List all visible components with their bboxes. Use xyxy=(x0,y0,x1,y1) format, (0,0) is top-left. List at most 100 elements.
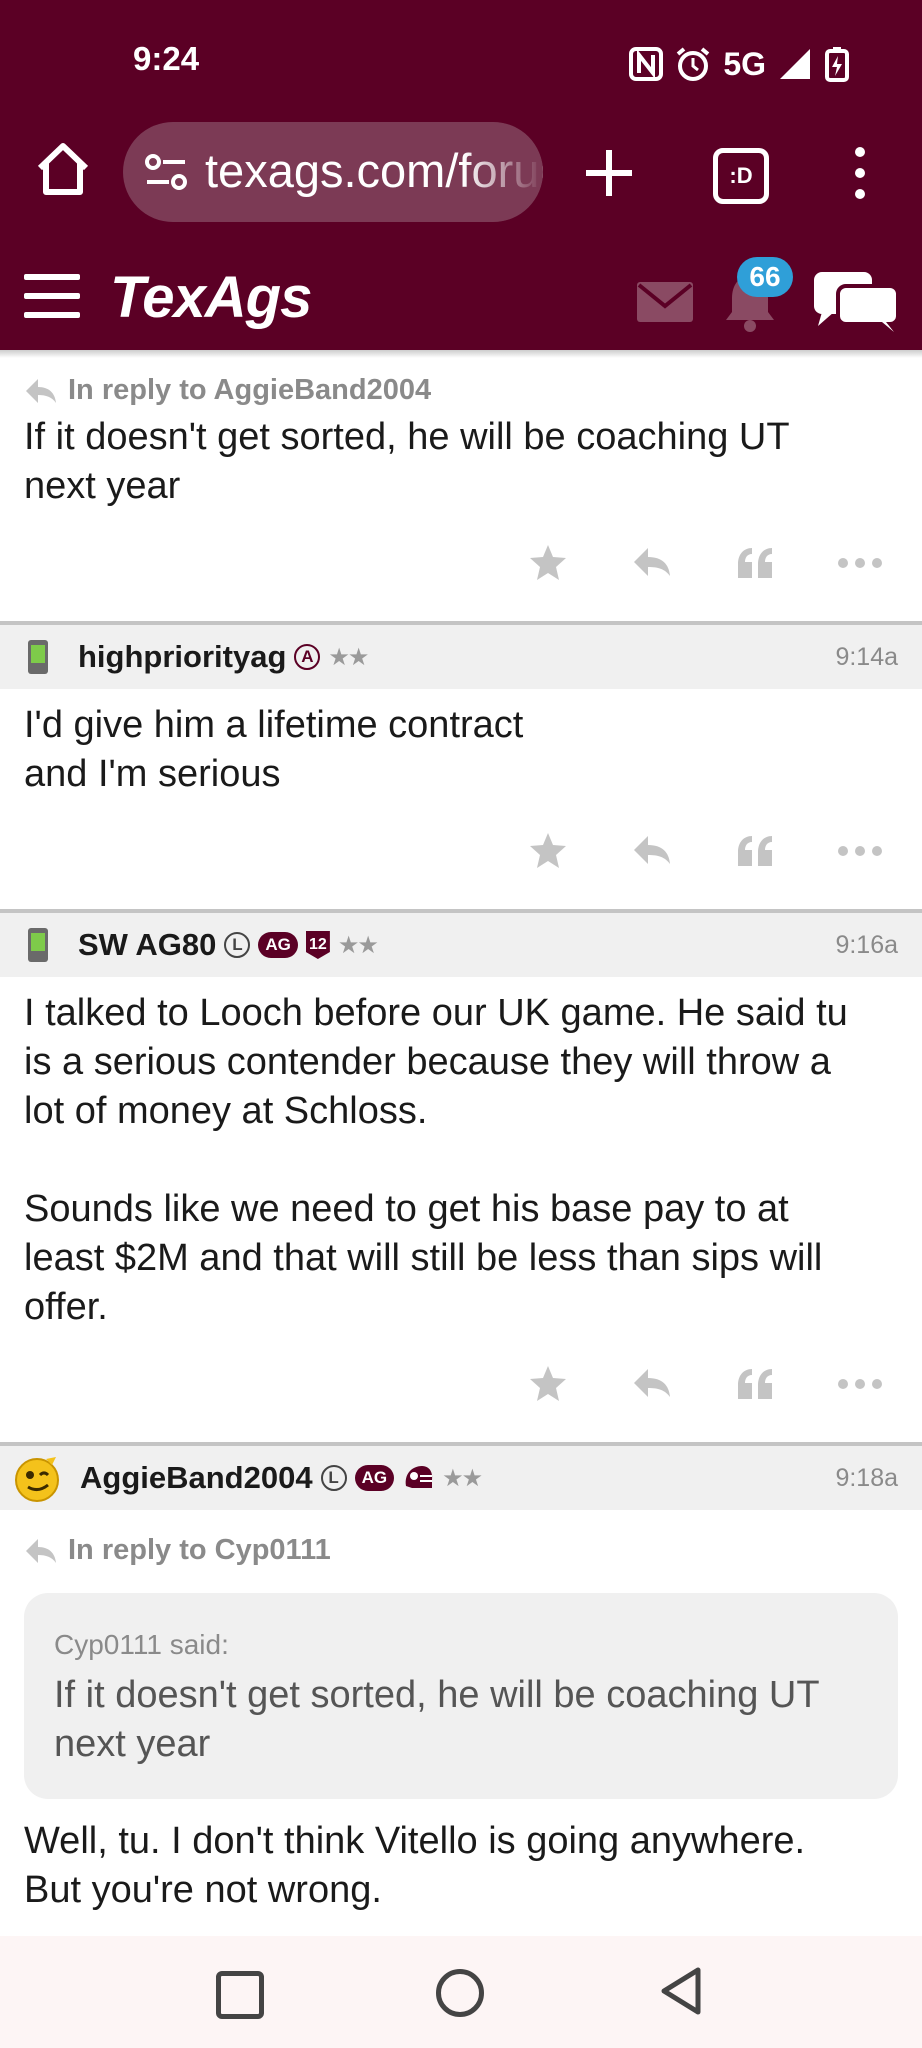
reply-reference[interactable]: In reply to AggieBand2004 xyxy=(24,374,898,407)
quote-icon xyxy=(738,836,772,866)
quote-icon xyxy=(738,1369,772,1399)
post: In reply to AggieBand2004 If it doesn't … xyxy=(0,374,922,621)
tab-switcher-button[interactable]: :D xyxy=(713,148,769,204)
avatar[interactable] xyxy=(20,637,56,677)
phone-avatar-icon xyxy=(28,928,48,962)
post-body-line: Well, tu. I don't think Vitello is going… xyxy=(24,1820,806,1862)
helmet-badge-icon xyxy=(402,1464,434,1492)
post: AggieBand2004 L AG ★★ 9:18a In reply to … xyxy=(0,1446,922,1915)
back-icon[interactable] xyxy=(658,1966,704,2016)
browser-toolbar: texags.com/forums :D xyxy=(0,118,922,228)
nfc-icon xyxy=(629,47,664,81)
more-icon xyxy=(838,846,882,856)
more-button[interactable] xyxy=(808,1354,912,1414)
thread: In reply to AggieBand2004 If it doesn't … xyxy=(0,350,922,1936)
reply-icon xyxy=(634,836,670,864)
more-button[interactable] xyxy=(808,821,912,881)
post-body-line: and I'm serious xyxy=(24,753,281,795)
username[interactable]: SW AG80 xyxy=(78,927,216,963)
post-time: 9:16a xyxy=(835,930,898,959)
app-header: 9:24 5G texags.com/forums :D TexAgs xyxy=(0,0,922,350)
post-body-line xyxy=(24,1136,898,1185)
address-bar[interactable]: texags.com/forums xyxy=(123,122,543,222)
site-settings-icon[interactable] xyxy=(145,152,189,192)
status-bar: 9:24 5G xyxy=(0,36,922,92)
star-icon xyxy=(530,833,566,868)
quote-button[interactable] xyxy=(704,533,808,593)
reply-icon xyxy=(634,548,670,576)
post-body-line: least $2M and that will still be less th… xyxy=(24,1237,823,1279)
menu-icon[interactable] xyxy=(24,274,80,318)
more-button[interactable] xyxy=(808,533,912,593)
reply-icon xyxy=(26,378,56,403)
avatar[interactable] xyxy=(20,925,56,965)
star-icon xyxy=(530,545,566,580)
post-body-line: offer. xyxy=(24,1286,108,1328)
post-header: highpriorityag A ★★ 9:14a xyxy=(0,625,922,689)
post-body-line: If it doesn't get sorted, he will be coa… xyxy=(24,416,790,458)
badge-ag: AG xyxy=(354,1465,395,1491)
post-time: 9:14a xyxy=(835,642,898,671)
reply-icon xyxy=(634,1369,670,1397)
post-body: If it doesn't get sorted, he will be coa… xyxy=(24,413,898,511)
badge-ag: AG xyxy=(258,932,298,958)
rating-stars: ★★ xyxy=(328,643,369,671)
header-shadow xyxy=(0,350,922,358)
quote-button[interactable] xyxy=(704,821,808,881)
recents-icon[interactable] xyxy=(216,1971,264,2019)
post: highpriorityag A ★★ 9:14a I'd give him a… xyxy=(0,625,922,909)
more-icon xyxy=(838,558,882,568)
smiley-avatar-icon[interactable] xyxy=(12,1453,62,1503)
reply-reference[interactable]: In reply to Cyp0111 xyxy=(24,1534,898,1567)
home-icon[interactable] xyxy=(34,140,92,198)
chat-icon[interactable] xyxy=(812,268,902,334)
post: SW AG80 L AG 12 ★★ 9:16a I talked to Loo… xyxy=(0,913,922,1442)
notification-badge[interactable]: 66 xyxy=(737,257,793,297)
more-menu-icon[interactable] xyxy=(848,142,872,204)
more-icon xyxy=(838,1379,882,1389)
post-body: Well, tu. I don't think Vitello is going… xyxy=(24,1817,898,1915)
star-button[interactable] xyxy=(496,533,600,593)
quote-icon xyxy=(738,548,772,578)
post-body-line: is a serious contender because they will… xyxy=(24,1041,831,1083)
reply-button[interactable] xyxy=(600,533,704,593)
username[interactable]: AggieBand2004 xyxy=(80,1460,313,1496)
quote-button[interactable] xyxy=(704,1354,808,1414)
star-icon xyxy=(530,1366,566,1401)
post-actions xyxy=(0,811,922,891)
post-header: AggieBand2004 L AG ★★ 9:18a xyxy=(0,1446,922,1510)
post-body-line: I talked to Looch before our UK game. He… xyxy=(24,992,848,1034)
post-time: 9:18a xyxy=(835,1463,898,1492)
star-button[interactable] xyxy=(496,1354,600,1414)
reply-icon xyxy=(26,1538,56,1563)
rating-stars: ★★ xyxy=(442,1464,483,1492)
post-header: SW AG80 L AG 12 ★★ 9:16a xyxy=(0,913,922,977)
mail-icon[interactable] xyxy=(637,282,693,322)
reply-button[interactable] xyxy=(600,821,704,881)
username[interactable]: highpriorityag xyxy=(78,639,286,675)
reply-reference-text: In reply to AggieBand2004 xyxy=(68,374,432,406)
post-actions xyxy=(0,523,922,603)
quote-line: If it doesn't get sorted, he will be coa… xyxy=(54,1674,820,1716)
home-nav-icon[interactable] xyxy=(436,1969,484,2017)
site-logo[interactable]: TexAgs xyxy=(110,264,312,331)
system-navigation-bar xyxy=(0,1936,922,2048)
quote-author: Cyp0111 said: xyxy=(54,1629,229,1660)
star-button[interactable] xyxy=(496,821,600,881)
phone-avatar-icon xyxy=(28,640,48,674)
reply-button[interactable] xyxy=(600,1354,704,1414)
quote-text: If it doesn't get sorted, he will be coa… xyxy=(54,1671,868,1769)
battery-icon xyxy=(825,47,849,82)
post-body-line: next year xyxy=(24,465,181,507)
post-actions xyxy=(0,1344,922,1424)
post-body-line: Sounds like we need to get his base pay … xyxy=(24,1188,789,1230)
post-body-line: But you're not wrong. xyxy=(24,1869,382,1911)
alarm-icon xyxy=(677,47,710,81)
network-type: 5G xyxy=(723,45,766,82)
badge-12: 12 xyxy=(305,931,330,959)
post-body: I talked to Looch before our UK game. He… xyxy=(24,989,898,1332)
new-tab-icon[interactable] xyxy=(578,142,640,204)
quote-line: next year xyxy=(54,1723,211,1765)
reply-reference-text: In reply to Cyp0111 xyxy=(68,1534,331,1566)
status-time: 9:24 xyxy=(133,40,200,77)
